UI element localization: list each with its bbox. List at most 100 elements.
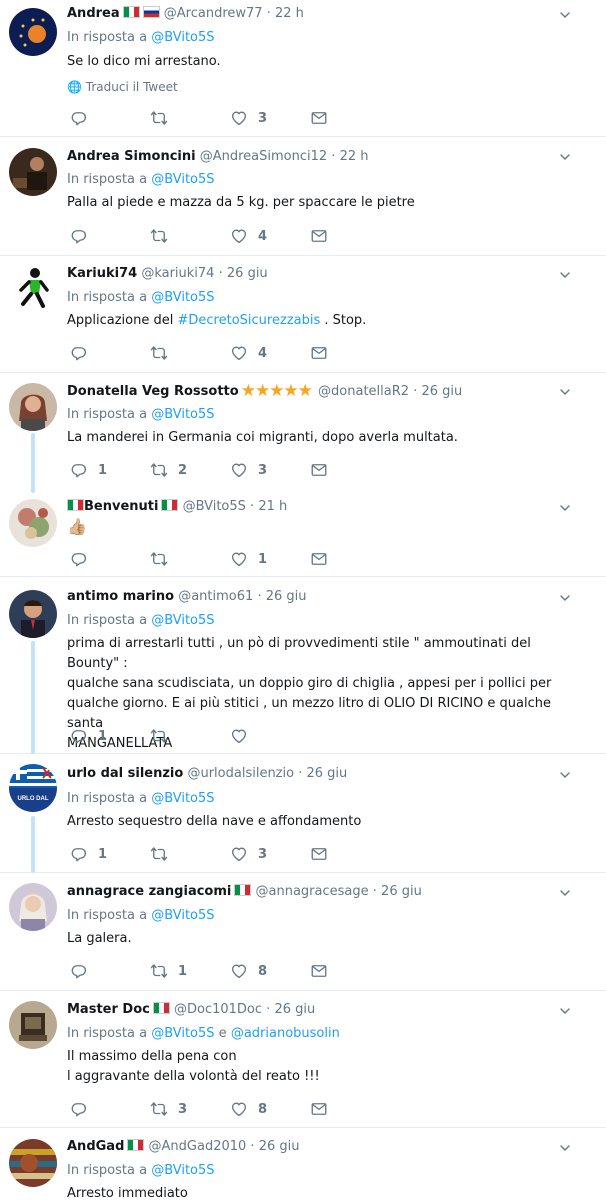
direct-message-button[interactable] — [310, 961, 328, 981]
direct-message-button[interactable] — [310, 844, 328, 864]
avatar[interactable] — [9, 499, 57, 547]
mention-link[interactable]: @BVito5S — [151, 613, 214, 628]
handle[interactable]: @kariuki74 — [141, 266, 214, 281]
avatar[interactable] — [9, 148, 57, 196]
avatar[interactable] — [9, 883, 57, 931]
like-button[interactable]: 3 — [230, 108, 267, 128]
mention-link[interactable]: @BVito5S — [151, 407, 214, 422]
tweet[interactable]: annagrace zangiacomi @annagracesage · 26… — [0, 873, 606, 991]
reply-button[interactable] — [70, 549, 98, 569]
tweet[interactable]: Andrea @Arcandrew77 · 22 h In risposta a… — [0, 0, 606, 137]
like-button[interactable]: 4 — [230, 226, 267, 246]
display-name[interactable]: Donatella Veg Rossotto — [67, 384, 239, 399]
handle[interactable]: @AndreaSimonci12 — [200, 149, 327, 164]
timestamp[interactable]: 26 giu — [259, 1139, 300, 1154]
mention-link[interactable]: @BVito5S — [151, 791, 214, 806]
display-name[interactable]: Andrea Simoncini — [67, 149, 196, 164]
reply-button[interactable] — [70, 226, 98, 246]
timestamp[interactable]: 22 h — [275, 6, 304, 21]
retweet-button[interactable] — [150, 549, 178, 569]
retweet-button[interactable] — [150, 226, 178, 246]
direct-message-button[interactable] — [310, 226, 328, 246]
handle[interactable]: @Doc101Doc — [174, 1002, 262, 1017]
retweet-button[interactable]: 3 — [150, 1099, 187, 1119]
chevron-down-icon[interactable] — [560, 270, 570, 280]
mention-link[interactable]: @BVito5S — [151, 30, 214, 45]
handle[interactable]: @AndGad2010 — [149, 1139, 247, 1154]
handle[interactable]: @antimo61 — [178, 589, 253, 604]
avatar[interactable]: URLO DAL — [9, 764, 57, 812]
direct-message-button[interactable] — [310, 549, 328, 569]
like-button[interactable] — [230, 726, 258, 746]
timestamp[interactable]: 26 giu — [307, 766, 348, 781]
hashtag-link[interactable]: #DecretoSicurezzabis — [178, 313, 321, 328]
retweet-button[interactable]: 2 — [150, 460, 187, 480]
handle[interactable]: @Arcandrew77 — [164, 6, 263, 21]
handle[interactable]: @annagracesage — [256, 884, 369, 899]
timestamp[interactable]: 22 h — [340, 149, 369, 164]
tweet[interactable]: Donatella Veg Rossotto ★★★★★ @donatellaR2… — [0, 373, 606, 493]
tweet[interactable]: Benvenuti @BVito5S · 21 h 👍🏼 1 — [0, 493, 606, 577]
direct-message-button[interactable] — [310, 460, 328, 480]
translate-link[interactable]: 🌐 Traduci il Tweet — [67, 80, 178, 94]
handle[interactable]: @BVito5S — [183, 499, 246, 514]
like-button[interactable]: 3 — [230, 460, 267, 480]
chevron-down-icon[interactable] — [560, 503, 570, 513]
mention-link[interactable]: @BVito5S — [151, 290, 214, 305]
chevron-down-icon[interactable] — [560, 888, 570, 898]
display-name[interactable]: Andrea — [67, 6, 120, 21]
timestamp[interactable]: 26 giu — [227, 266, 268, 281]
display-name[interactable]: Kariuki74 — [67, 266, 137, 281]
mention-link[interactable]: @BVito5S — [151, 172, 214, 187]
timestamp[interactable]: 26 giu — [381, 884, 422, 899]
reply-button[interactable] — [70, 961, 98, 981]
chevron-down-icon[interactable] — [560, 10, 570, 20]
mention-link[interactable]: @BVito5S — [151, 908, 214, 923]
reply-button[interactable]: 1 — [70, 460, 107, 480]
chevron-down-icon[interactable] — [560, 770, 570, 780]
reply-button[interactable] — [70, 343, 98, 363]
avatar[interactable] — [9, 383, 57, 431]
like-button[interactable]: 4 — [230, 343, 267, 363]
like-button[interactable]: 8 — [230, 961, 267, 981]
avatar[interactable] — [9, 8, 57, 56]
tweet[interactable]: URLO DAL urlo dal silenzio @urlodalsilen… — [0, 754, 606, 873]
handle[interactable]: @donatellaR2 — [318, 384, 409, 399]
reply-button[interactable]: 1 — [70, 726, 107, 746]
mention-link[interactable]: @BVito5S — [151, 1163, 214, 1178]
avatar[interactable] — [9, 1001, 57, 1049]
reply-button[interactable] — [70, 108, 98, 128]
retweet-button[interactable] — [150, 343, 178, 363]
chevron-down-icon[interactable] — [560, 1143, 570, 1153]
display-name[interactable]: Benvenuti — [84, 499, 158, 514]
timestamp[interactable]: 26 giu — [274, 1002, 315, 1017]
avatar[interactable] — [9, 264, 57, 312]
avatar[interactable] — [9, 1139, 57, 1187]
direct-message-button[interactable] — [310, 1099, 328, 1119]
retweet-button[interactable] — [150, 844, 178, 864]
avatar[interactable] — [9, 590, 57, 638]
mention-link[interactable]: @BVito5S — [151, 1026, 214, 1041]
display-name[interactable]: annagrace zangiacomi — [67, 884, 231, 899]
tweet[interactable]: AndGad @AndGad2010 · 26 giu In risposta … — [0, 1128, 606, 1200]
like-button[interactable]: 1 — [230, 549, 267, 569]
direct-message-button[interactable] — [310, 108, 328, 128]
display-name[interactable]: urlo dal silenzio — [67, 766, 183, 781]
display-name[interactable]: Master Doc — [67, 1002, 150, 1017]
timestamp[interactable]: 26 giu — [266, 589, 307, 604]
mention-link[interactable]: @adrianobusolin — [231, 1026, 340, 1041]
timestamp[interactable]: 21 h — [258, 499, 287, 514]
reply-button[interactable]: 1 — [70, 844, 107, 864]
tweet[interactable]: Kariuki74 @kariuki74 · 26 giu In rispost… — [0, 256, 606, 373]
chevron-down-icon[interactable] — [560, 152, 570, 162]
tweet[interactable]: antimo marino @antimo61 · 26 giu In risp… — [0, 577, 606, 754]
display-name[interactable]: antimo marino — [67, 589, 174, 604]
retweet-button[interactable]: 1 — [150, 961, 187, 981]
chevron-down-icon[interactable] — [560, 593, 570, 603]
handle[interactable]: @urlodalsilenzio — [187, 766, 294, 781]
like-button[interactable]: 3 — [230, 844, 267, 864]
display-name[interactable]: AndGad — [67, 1139, 124, 1154]
tweet[interactable]: Andrea Simoncini @AndreaSimonci12 · 22 h… — [0, 137, 606, 256]
retweet-button[interactable] — [150, 108, 178, 128]
tweet[interactable]: Master Doc @Doc101Doc · 26 giu In rispos… — [0, 991, 606, 1128]
